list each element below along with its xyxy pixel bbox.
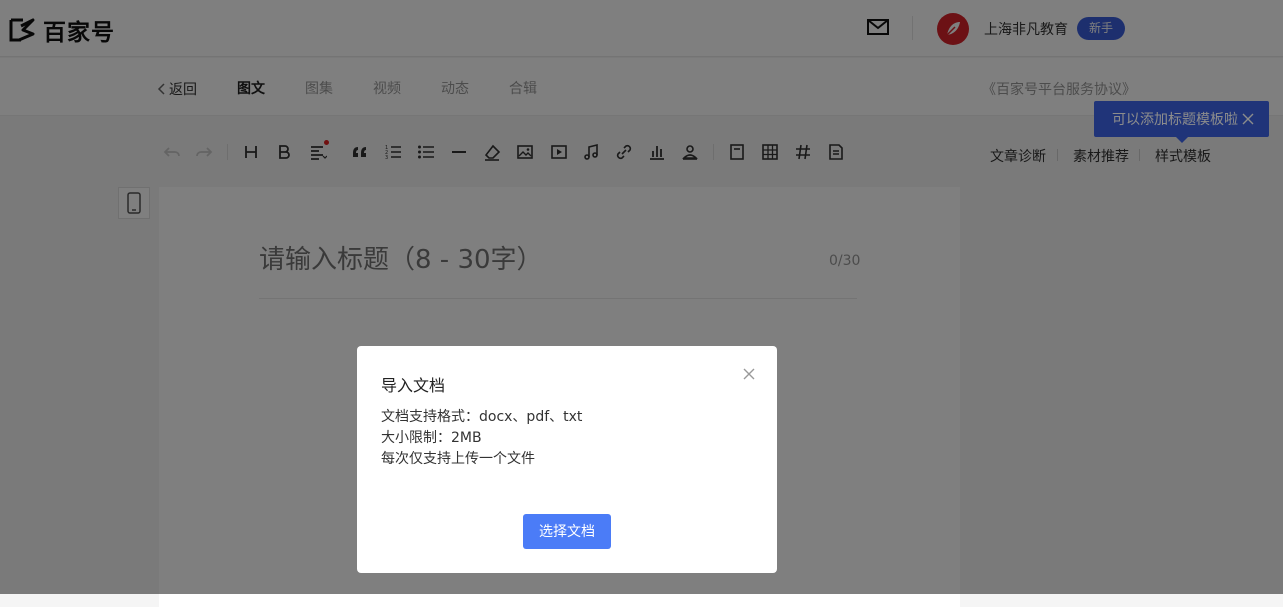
close-icon[interactable] <box>1241 112 1255 126</box>
size-limit-text: 大小限制：2MB <box>381 430 482 446</box>
modal-title: 导入文档 <box>381 376 446 395</box>
supported-formats-text: 文档支持格式：docx、pdf、txt <box>381 409 583 425</box>
import-document-modal: 导入文档 文档支持格式：docx、pdf、txt 大小限制：2MB 每次仅支持上… <box>357 346 777 573</box>
close-icon[interactable] <box>741 366 757 382</box>
tooltip-text: 可以添加标题模板啦 <box>1112 112 1238 128</box>
title-template-tooltip: 可以添加标题模板啦 <box>1094 101 1269 143</box>
select-document-button[interactable]: 选择文档 <box>523 514 611 549</box>
single-file-text: 每次仅支持上传一个文件 <box>381 451 535 467</box>
